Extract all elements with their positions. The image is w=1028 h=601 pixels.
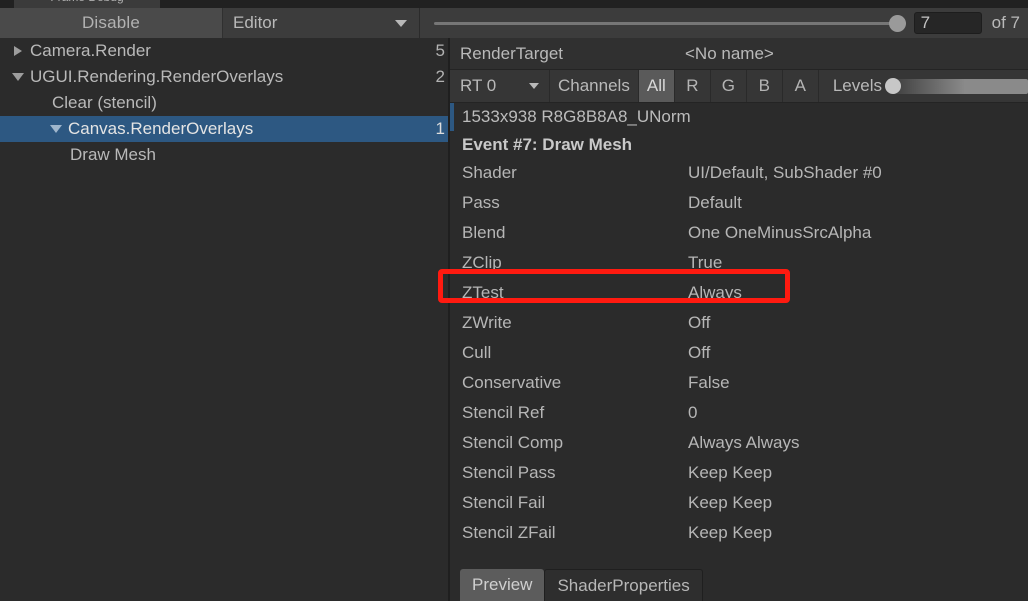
target-dropdown-label: Editor: [233, 13, 278, 32]
property-name: Stencil Fail: [462, 493, 546, 512]
property-name: Stencil ZFail: [462, 523, 556, 542]
chevron-down-icon: [395, 20, 407, 27]
event-slider-track: [434, 21, 906, 25]
property-name: ZClip: [462, 253, 502, 272]
bottom-tab-bar: Preview ShaderProperties: [460, 569, 703, 601]
toolbar: Disable Editor 7 of 7: [0, 8, 1028, 38]
property-name: Pass: [462, 193, 500, 212]
event-title: Event #7: Draw Mesh: [462, 135, 633, 154]
shader-state-list: Event #7: Draw Mesh Shader UI/Default, S…: [450, 131, 1028, 548]
selection-accent-strip: [450, 103, 454, 131]
render-target-format-label: 1533x938 R8G8B8A8_UNorm: [462, 107, 691, 126]
event-slider[interactable]: [434, 14, 906, 32]
property-row-stencil-fail: Stencil Fail Keep Keep: [450, 488, 1028, 518]
event-number-input[interactable]: 7: [913, 12, 982, 34]
property-row-ztest: ZTest Always: [450, 278, 1028, 308]
tree-item-label: UGUI.Rendering.RenderOverlays: [30, 67, 284, 86]
window-tab-strip: Frame Debug: [0, 0, 1028, 8]
property-value: UI/Default, SubShader #0: [688, 163, 882, 182]
property-value: 0: [688, 403, 698, 422]
property-name: Conservative: [462, 373, 562, 392]
tree-item-label: Camera.Render: [30, 41, 151, 60]
levels-slider-handle[interactable]: [884, 77, 901, 94]
property-row-stencil-zfail: Stencil ZFail Keep Keep: [450, 518, 1028, 548]
disable-button[interactable]: Disable: [0, 8, 223, 38]
levels-label: Levels: [832, 76, 882, 95]
property-row-cull: Cull Off: [450, 338, 1028, 368]
levels-control[interactable]: Levels: [817, 70, 1028, 102]
tab-shader-properties[interactable]: ShaderProperties: [544, 569, 703, 601]
property-row-conservative: Conservative False: [450, 368, 1028, 398]
property-row-zclip: ZClip True: [450, 248, 1028, 278]
target-dropdown[interactable]: Editor: [223, 8, 420, 38]
property-row-pass: Pass Default: [450, 188, 1028, 218]
event-slider-area: 7 of 7: [420, 8, 1028, 38]
foldout-closed-icon[interactable]: [14, 46, 22, 56]
property-row-zwrite: ZWrite Off: [450, 308, 1028, 338]
property-value: Off: [688, 313, 711, 332]
foldout-open-icon[interactable]: [12, 73, 24, 81]
channels-label: Channels: [558, 76, 630, 95]
property-name: Shader: [462, 163, 517, 182]
chevron-down-icon: [529, 83, 539, 89]
tree-row[interactable]: Draw Mesh: [0, 142, 448, 168]
render-target-header: RenderTarget <No name>: [450, 38, 1028, 70]
frame-debugger-window: Frame Debug Disable Editor 7 of 7 Camera…: [0, 0, 1028, 601]
rt-index-dropdown[interactable]: RT 0: [450, 70, 550, 102]
property-name: ZWrite: [462, 313, 512, 332]
property-value: Keep Keep: [688, 463, 773, 482]
property-value: True: [688, 253, 723, 272]
tree-row[interactable]: Camera.Render 5: [0, 38, 448, 64]
property-value: Always Always: [688, 433, 800, 452]
event-slider-knob[interactable]: [888, 14, 906, 32]
property-row-stencil-comp: Stencil Comp Always Always: [450, 428, 1028, 458]
tree-row[interactable]: UGUI.Rendering.RenderOverlays 2: [0, 64, 448, 90]
channel-button-r[interactable]: R: [673, 70, 710, 102]
channel-button-b[interactable]: B: [745, 70, 782, 102]
tab-preview[interactable]: Preview: [460, 569, 545, 601]
render-target-name: <No name>: [685, 43, 774, 63]
channel-button-a[interactable]: A: [781, 70, 818, 102]
tree-item-count: 1: [435, 119, 445, 138]
channel-button-all[interactable]: All: [637, 70, 674, 102]
render-target-controls: RT 0 Channels All R G B A Levels: [450, 70, 1028, 103]
property-row-shader: Shader UI/Default, SubShader #0: [450, 158, 1028, 188]
event-tree-panel[interactable]: Camera.Render 5 UGUI.Rendering.RenderOve…: [0, 38, 448, 601]
property-value: Keep Keep: [688, 523, 773, 542]
event-title-row: Event #7: Draw Mesh: [450, 132, 1028, 158]
tree-row-selected[interactable]: Canvas.RenderOverlays 1: [0, 116, 448, 142]
property-name: Stencil Ref: [462, 403, 545, 422]
tree-item-label: Clear (stencil): [52, 93, 157, 112]
property-name: Stencil Pass: [462, 463, 556, 482]
event-details-panel: RenderTarget <No name> RT 0 Channels All…: [450, 38, 1028, 601]
property-value: Always: [688, 283, 742, 302]
channel-button-g[interactable]: G: [709, 70, 746, 102]
tree-row[interactable]: Clear (stencil): [0, 90, 448, 116]
window-tab-frame-debug[interactable]: Frame Debug: [14, 0, 160, 8]
property-value: Default: [688, 193, 742, 212]
levels-slider-bar[interactable]: [884, 77, 1028, 94]
render-target-format: 1533x938 R8G8B8A8_UNorm: [450, 103, 1028, 131]
property-value: Off: [688, 343, 711, 362]
property-name: Cull: [462, 343, 492, 362]
property-row-stencil-pass: Stencil Pass Keep Keep: [450, 458, 1028, 488]
foldout-open-icon[interactable]: [50, 125, 62, 133]
tree-item-label: Draw Mesh: [70, 145, 156, 164]
property-value: False: [688, 373, 730, 392]
property-name: Stencil Comp: [462, 433, 564, 452]
tree-item-label: Canvas.RenderOverlays: [68, 119, 254, 138]
property-row-stencil-ref: Stencil Ref 0: [450, 398, 1028, 428]
property-row-blend: Blend One OneMinusSrcAlpha: [450, 218, 1028, 248]
event-total-label: of 7: [991, 13, 1020, 32]
property-value: One OneMinusSrcAlpha: [688, 223, 872, 242]
render-target-title: RenderTarget: [460, 43, 564, 63]
property-name: Blend: [462, 223, 506, 242]
property-value: Keep Keep: [688, 493, 773, 512]
tree-item-count: 5: [435, 41, 445, 60]
property-name: ZTest: [462, 283, 504, 302]
rt-index-label: RT 0: [460, 76, 497, 95]
tree-item-count: 2: [435, 67, 445, 86]
